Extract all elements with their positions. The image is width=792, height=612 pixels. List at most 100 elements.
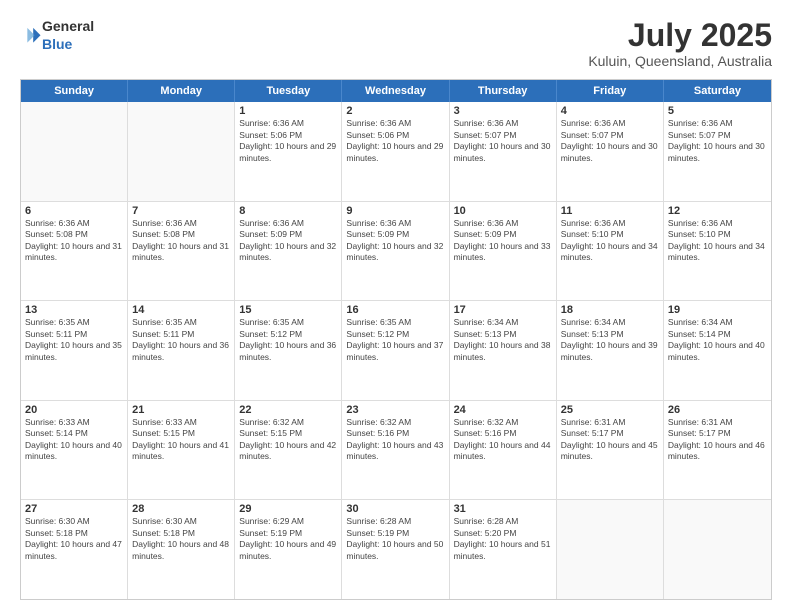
day-cell-15: 15Sunrise: 6:35 AM Sunset: 5:12 PM Dayli… <box>235 301 342 400</box>
empty-cell <box>557 500 664 599</box>
day-cell-25: 25Sunrise: 6:31 AM Sunset: 5:17 PM Dayli… <box>557 401 664 500</box>
day-info: Sunrise: 6:36 AM Sunset: 5:10 PM Dayligh… <box>668 218 767 264</box>
day-cell-23: 23Sunrise: 6:32 AM Sunset: 5:16 PM Dayli… <box>342 401 449 500</box>
calendar-week-3: 13Sunrise: 6:35 AM Sunset: 5:11 PM Dayli… <box>21 300 771 400</box>
day-cell-24: 24Sunrise: 6:32 AM Sunset: 5:16 PM Dayli… <box>450 401 557 500</box>
day-cell-10: 10Sunrise: 6:36 AM Sunset: 5:09 PM Dayli… <box>450 202 557 301</box>
day-info: Sunrise: 6:30 AM Sunset: 5:18 PM Dayligh… <box>132 516 230 562</box>
page: General Blue July 2025 Kuluin, Queenslan… <box>0 0 792 612</box>
day-number: 10 <box>454 205 552 217</box>
day-info: Sunrise: 6:36 AM Sunset: 5:09 PM Dayligh… <box>239 218 337 264</box>
day-info: Sunrise: 6:33 AM Sunset: 5:14 PM Dayligh… <box>25 417 123 463</box>
title-block: July 2025 Kuluin, Queensland, Australia <box>588 18 772 69</box>
header-day-sunday: Sunday <box>21 80 128 102</box>
day-number: 31 <box>454 503 552 515</box>
day-number: 12 <box>668 205 767 217</box>
generalblue-icon <box>20 25 42 47</box>
day-number: 3 <box>454 105 552 117</box>
day-cell-11: 11Sunrise: 6:36 AM Sunset: 5:10 PM Dayli… <box>557 202 664 301</box>
day-number: 6 <box>25 205 123 217</box>
logo: General Blue <box>20 18 94 54</box>
empty-cell <box>128 102 235 201</box>
day-number: 20 <box>25 404 123 416</box>
day-number: 4 <box>561 105 659 117</box>
day-info: Sunrise: 6:36 AM Sunset: 5:07 PM Dayligh… <box>454 118 552 164</box>
calendar-week-2: 6Sunrise: 6:36 AM Sunset: 5:08 PM Daylig… <box>21 201 771 301</box>
day-cell-7: 7Sunrise: 6:36 AM Sunset: 5:08 PM Daylig… <box>128 202 235 301</box>
day-cell-1: 1Sunrise: 6:36 AM Sunset: 5:06 PM Daylig… <box>235 102 342 201</box>
day-number: 18 <box>561 304 659 316</box>
header-day-thursday: Thursday <box>450 80 557 102</box>
day-cell-27: 27Sunrise: 6:30 AM Sunset: 5:18 PM Dayli… <box>21 500 128 599</box>
day-number: 14 <box>132 304 230 316</box>
day-info: Sunrise: 6:34 AM Sunset: 5:13 PM Dayligh… <box>454 317 552 363</box>
day-cell-2: 2Sunrise: 6:36 AM Sunset: 5:06 PM Daylig… <box>342 102 449 201</box>
day-number: 16 <box>346 304 444 316</box>
day-cell-18: 18Sunrise: 6:34 AM Sunset: 5:13 PM Dayli… <box>557 301 664 400</box>
day-cell-19: 19Sunrise: 6:34 AM Sunset: 5:14 PM Dayli… <box>664 301 771 400</box>
day-cell-30: 30Sunrise: 6:28 AM Sunset: 5:19 PM Dayli… <box>342 500 449 599</box>
day-info: Sunrise: 6:30 AM Sunset: 5:18 PM Dayligh… <box>25 516 123 562</box>
day-info: Sunrise: 6:35 AM Sunset: 5:11 PM Dayligh… <box>132 317 230 363</box>
day-info: Sunrise: 6:32 AM Sunset: 5:16 PM Dayligh… <box>346 417 444 463</box>
day-number: 27 <box>25 503 123 515</box>
day-number: 15 <box>239 304 337 316</box>
day-info: Sunrise: 6:36 AM Sunset: 5:09 PM Dayligh… <box>346 218 444 264</box>
header-day-tuesday: Tuesday <box>235 80 342 102</box>
day-info: Sunrise: 6:35 AM Sunset: 5:11 PM Dayligh… <box>25 317 123 363</box>
day-info: Sunrise: 6:35 AM Sunset: 5:12 PM Dayligh… <box>346 317 444 363</box>
header-day-friday: Friday <box>557 80 664 102</box>
day-info: Sunrise: 6:32 AM Sunset: 5:16 PM Dayligh… <box>454 417 552 463</box>
day-info: Sunrise: 6:34 AM Sunset: 5:13 PM Dayligh… <box>561 317 659 363</box>
header-day-wednesday: Wednesday <box>342 80 449 102</box>
day-number: 8 <box>239 205 337 217</box>
day-number: 19 <box>668 304 767 316</box>
day-number: 24 <box>454 404 552 416</box>
day-cell-9: 9Sunrise: 6:36 AM Sunset: 5:09 PM Daylig… <box>342 202 449 301</box>
header-day-saturday: Saturday <box>664 80 771 102</box>
day-info: Sunrise: 6:34 AM Sunset: 5:14 PM Dayligh… <box>668 317 767 363</box>
calendar-header: SundayMondayTuesdayWednesdayThursdayFrid… <box>21 80 771 102</box>
calendar-location: Kuluin, Queensland, Australia <box>588 53 772 69</box>
day-cell-4: 4Sunrise: 6:36 AM Sunset: 5:07 PM Daylig… <box>557 102 664 201</box>
header: General Blue July 2025 Kuluin, Queenslan… <box>20 18 772 69</box>
day-cell-5: 5Sunrise: 6:36 AM Sunset: 5:07 PM Daylig… <box>664 102 771 201</box>
day-number: 22 <box>239 404 337 416</box>
logo-general: General <box>42 18 94 34</box>
calendar-title: July 2025 <box>588 18 772 53</box>
day-cell-12: 12Sunrise: 6:36 AM Sunset: 5:10 PM Dayli… <box>664 202 771 301</box>
day-info: Sunrise: 6:36 AM Sunset: 5:07 PM Dayligh… <box>561 118 659 164</box>
day-cell-28: 28Sunrise: 6:30 AM Sunset: 5:18 PM Dayli… <box>128 500 235 599</box>
day-cell-16: 16Sunrise: 6:35 AM Sunset: 5:12 PM Dayli… <box>342 301 449 400</box>
header-day-monday: Monday <box>128 80 235 102</box>
calendar-week-4: 20Sunrise: 6:33 AM Sunset: 5:14 PM Dayli… <box>21 400 771 500</box>
day-number: 29 <box>239 503 337 515</box>
day-number: 25 <box>561 404 659 416</box>
day-info: Sunrise: 6:36 AM Sunset: 5:09 PM Dayligh… <box>454 218 552 264</box>
day-cell-14: 14Sunrise: 6:35 AM Sunset: 5:11 PM Dayli… <box>128 301 235 400</box>
day-number: 26 <box>668 404 767 416</box>
day-info: Sunrise: 6:28 AM Sunset: 5:19 PM Dayligh… <box>346 516 444 562</box>
day-number: 13 <box>25 304 123 316</box>
empty-cell <box>21 102 128 201</box>
day-info: Sunrise: 6:36 AM Sunset: 5:08 PM Dayligh… <box>25 218 123 264</box>
day-cell-29: 29Sunrise: 6:29 AM Sunset: 5:19 PM Dayli… <box>235 500 342 599</box>
calendar-week-5: 27Sunrise: 6:30 AM Sunset: 5:18 PM Dayli… <box>21 499 771 599</box>
day-info: Sunrise: 6:29 AM Sunset: 5:19 PM Dayligh… <box>239 516 337 562</box>
day-info: Sunrise: 6:31 AM Sunset: 5:17 PM Dayligh… <box>668 417 767 463</box>
day-info: Sunrise: 6:31 AM Sunset: 5:17 PM Dayligh… <box>561 417 659 463</box>
day-cell-20: 20Sunrise: 6:33 AM Sunset: 5:14 PM Dayli… <box>21 401 128 500</box>
day-cell-17: 17Sunrise: 6:34 AM Sunset: 5:13 PM Dayli… <box>450 301 557 400</box>
day-cell-13: 13Sunrise: 6:35 AM Sunset: 5:11 PM Dayli… <box>21 301 128 400</box>
logo-blue: Blue <box>42 36 72 52</box>
day-number: 1 <box>239 105 337 117</box>
day-cell-6: 6Sunrise: 6:36 AM Sunset: 5:08 PM Daylig… <box>21 202 128 301</box>
day-info: Sunrise: 6:36 AM Sunset: 5:06 PM Dayligh… <box>239 118 337 164</box>
day-cell-3: 3Sunrise: 6:36 AM Sunset: 5:07 PM Daylig… <box>450 102 557 201</box>
day-info: Sunrise: 6:36 AM Sunset: 5:07 PM Dayligh… <box>668 118 767 164</box>
day-number: 28 <box>132 503 230 515</box>
day-info: Sunrise: 6:36 AM Sunset: 5:08 PM Dayligh… <box>132 218 230 264</box>
day-number: 5 <box>668 105 767 117</box>
day-number: 30 <box>346 503 444 515</box>
day-number: 7 <box>132 205 230 217</box>
